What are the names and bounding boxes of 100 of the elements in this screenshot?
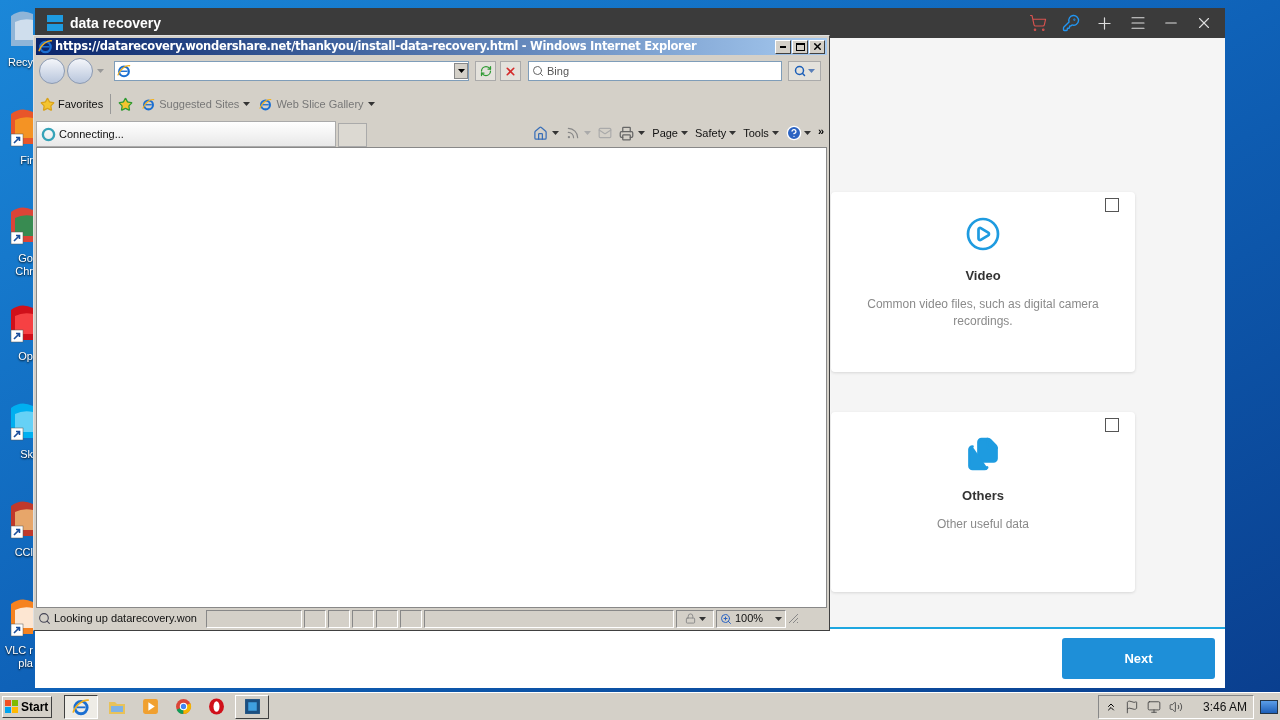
ie-icon [142,97,156,111]
more-button[interactable]: » [817,122,824,140]
home-icon[interactable] [533,125,549,141]
flag-icon[interactable] [1124,699,1139,714]
card-description: Other useful data [935,515,1031,533]
command-menu[interactable]: Safety [695,124,737,142]
search-field[interactable]: Bing [528,61,782,81]
show-desktop-button[interactable] [1260,699,1278,714]
play-icon [965,216,1001,252]
cart-icon[interactable] [1029,14,1047,32]
favorites-button[interactable]: Favorites [40,95,104,113]
checkbox[interactable] [1105,418,1119,432]
stop-icon [504,64,517,78]
icon-label: Sk [20,448,33,461]
resize-grip-icon[interactable] [788,613,799,624]
app-icon[interactable] [9,304,33,344]
ie-icon [259,97,273,111]
files-icon [965,436,1001,472]
network-icon[interactable] [1146,699,1161,714]
ie-icon [117,64,131,78]
status-pane [304,609,326,628]
app-title: data recovery [70,13,162,33]
volume-icon[interactable] [1168,699,1183,714]
minimize-button[interactable] [775,39,791,54]
stop-button[interactable] [500,61,521,81]
feed-icon[interactable] [566,126,581,140]
maximize-button[interactable] [792,39,808,54]
icon-label: CCl [14,546,33,559]
card-title: Video [965,267,1001,285]
start-button[interactable]: Start [2,695,52,718]
print-icon[interactable] [619,125,635,141]
back-button[interactable] [39,58,65,84]
caret-icon [698,616,706,621]
caret-icon [457,69,465,73]
play-icon [141,698,159,715]
icon-label: VLC r [4,644,33,657]
logo-icon [47,15,63,31]
card-title: Others [962,487,1004,505]
minimize-icon [780,45,786,48]
caret-icon [584,131,592,135]
help-icon[interactable] [785,125,802,141]
card-description: Common video files, such as digital camera recordings. [866,295,1100,330]
window-title: https://datarecovery.wondershare.net/thankyou/install-data-recovery.html - Windows Internet Explorer [55,37,697,55]
security-button[interactable] [676,609,714,628]
search-button[interactable] [788,61,821,81]
search-icon [38,612,51,625]
next-button[interactable]: Next [1062,638,1215,679]
category-card[interactable]: Video Common video files, such as digital camera recordings. [831,192,1135,372]
app-icon[interactable] [9,500,33,540]
close-button[interactable] [809,39,825,54]
forward-button[interactable] [67,58,93,84]
lock-icon [684,613,696,624]
taskbar-button[interactable] [64,694,98,719]
app-icon[interactable] [9,402,33,442]
maximize-icon [795,42,805,51]
search-icon [532,65,544,77]
checkbox[interactable] [1105,198,1119,212]
caret-icon [638,131,646,135]
ie-icon [72,697,90,716]
key-icon[interactable] [1062,14,1080,32]
icon-label: Go [18,252,33,265]
menu-icon[interactable] [1129,14,1147,32]
opera-icon [207,698,225,715]
status-pane [352,609,374,628]
browser-tab[interactable]: Connecting... [36,121,336,147]
caret-icon [729,131,737,135]
caret-icon [771,131,779,135]
command-menu[interactable]: Tools [743,124,779,142]
icon-label: pla [18,657,33,670]
loading-icon [41,126,56,142]
icon-label: Op [18,350,33,363]
caret-icon [243,102,251,106]
command-menu[interactable]: Page [652,124,688,142]
icon-label: Fir [20,154,33,167]
add-favorite-icon[interactable] [118,96,134,112]
star-icon [40,96,55,112]
zoom-button[interactable]: 100% [716,609,786,628]
caret-icon [775,616,782,621]
caret-icon [681,131,688,135]
caret-icon [803,131,811,135]
refresh-button[interactable] [475,61,496,81]
ie-icon [38,39,53,54]
caret-icon [552,131,560,135]
icon-label: Chr [15,265,33,278]
app-icon[interactable] [9,206,33,246]
caret-icon [97,69,104,73]
app-icon[interactable] [9,598,33,638]
app-icon [243,698,261,715]
zoom-icon [720,612,732,625]
search-icon [794,65,806,77]
windows-logo-icon [5,699,19,714]
refresh-icon [479,65,492,77]
address-field[interactable] [114,61,469,81]
chrome-icon [174,698,192,715]
status-pane [328,609,350,628]
icon-label: Recy [7,56,33,69]
caret-icon [808,69,815,73]
category-card[interactable]: Others Other useful data [831,412,1135,592]
status-text: Looking up datarecovery.won [36,609,204,628]
app-icon[interactable] [9,108,33,148]
